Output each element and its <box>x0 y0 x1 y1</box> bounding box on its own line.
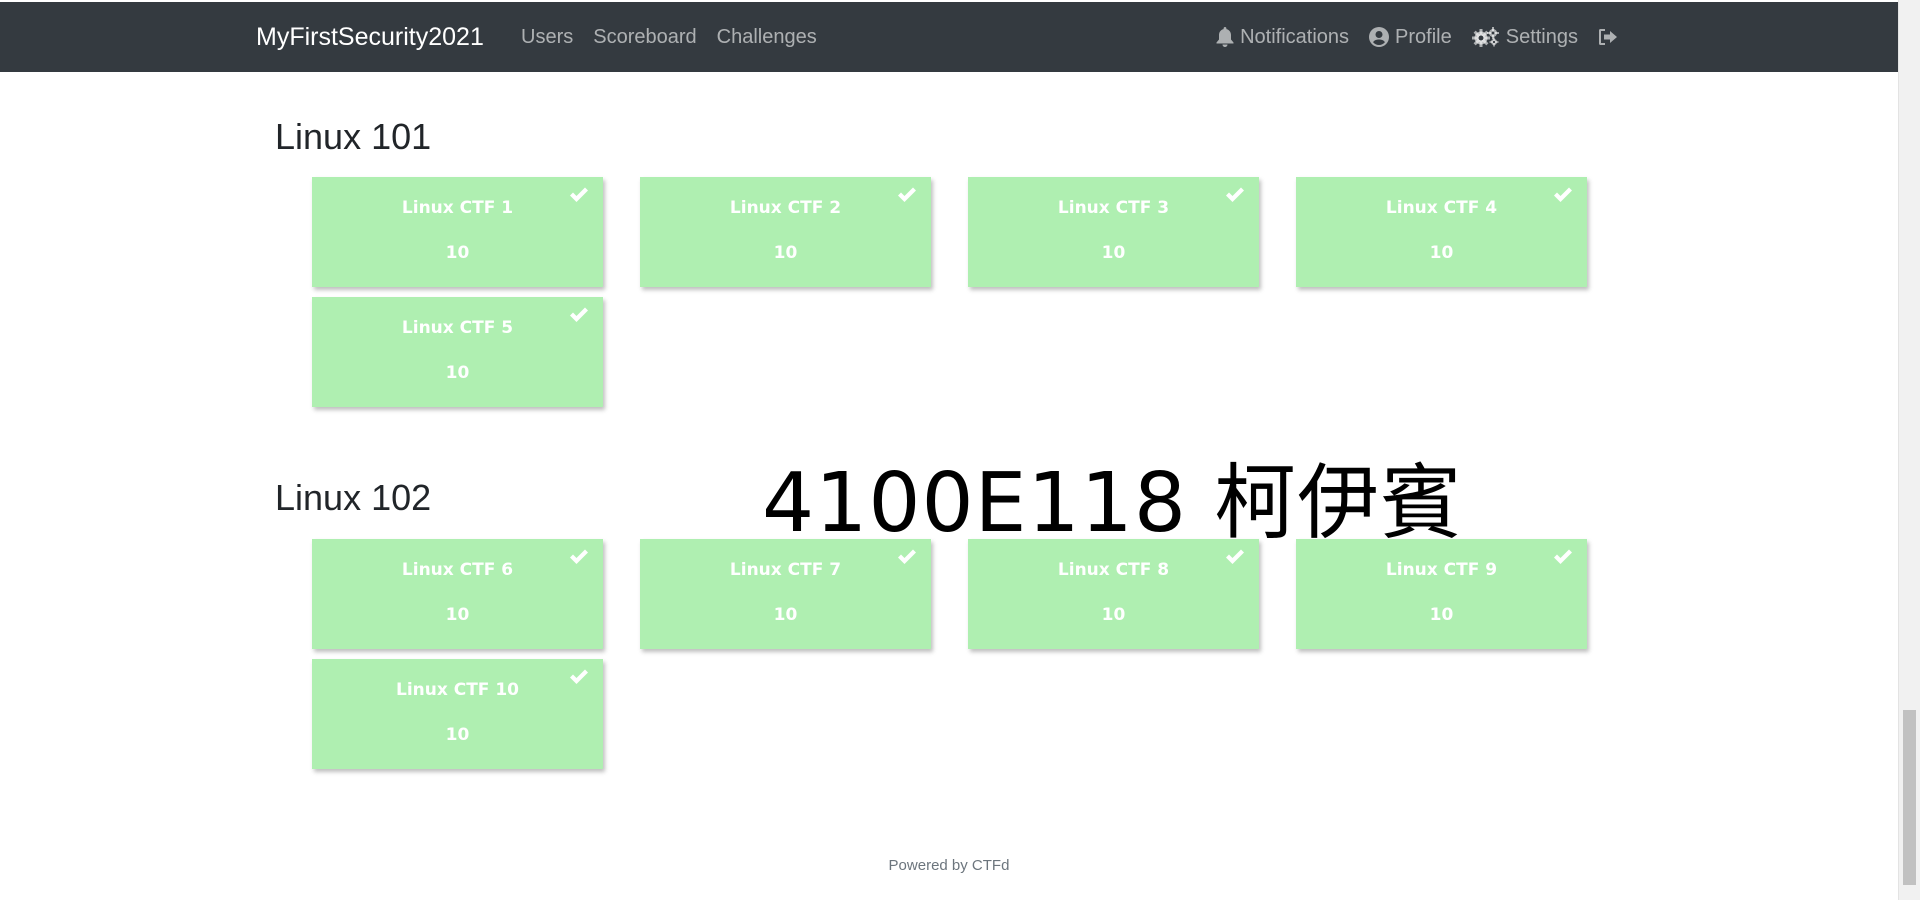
challenge-value: 10 <box>773 243 798 263</box>
challenge-card[interactable]: Linux CTF 9 10 <box>1296 539 1587 649</box>
nav-link-scoreboard[interactable]: Scoreboard <box>593 26 696 49</box>
settings-label: Settings <box>1505 25 1578 48</box>
challenge-card[interactable]: Linux CTF 3 10 <box>968 177 1259 287</box>
check-icon <box>570 669 588 684</box>
challenge-card[interactable]: Linux CTF 5 10 <box>312 297 603 407</box>
challenge-name: Linux CTF 5 <box>401 318 514 338</box>
challenge-name: Linux CTF 10 <box>395 680 519 700</box>
challenge-value: 10 <box>445 363 470 383</box>
bell-icon <box>1216 27 1234 47</box>
scrollbar-thumb[interactable] <box>1903 710 1916 885</box>
challenge-name: Linux CTF 2 <box>729 198 842 218</box>
nav-link-profile[interactable]: Profile <box>1369 26 1452 49</box>
challenge-name: Linux CTF 4 <box>1385 198 1498 218</box>
challenge-card[interactable]: Linux CTF 1 10 <box>312 177 603 287</box>
challenge-name: Linux CTF 7 <box>729 560 842 580</box>
challenge-card[interactable]: Linux CTF 10 10 <box>312 659 603 769</box>
challenge-value: 10 <box>1101 243 1126 263</box>
overlay-student-id-text: 4100E118 柯伊賓 <box>762 456 1464 551</box>
nav-link-settings[interactable]: Settings <box>1471 25 1578 49</box>
check-icon <box>1226 187 1244 202</box>
challenge-value: 10 <box>445 725 470 745</box>
check-icon <box>1554 549 1572 564</box>
footer-powered-by[interactable]: Powered by CTFd <box>0 857 1898 874</box>
check-icon <box>570 307 588 322</box>
challenge-card[interactable]: Linux CTF 4 10 <box>1296 177 1587 287</box>
challenge-name: Linux CTF 6 <box>401 560 514 580</box>
challenge-value: 10 <box>773 605 798 625</box>
challenge-card[interactable]: Linux CTF 8 10 <box>968 539 1259 649</box>
challenge-card[interactable]: Linux CTF 6 10 <box>312 539 603 649</box>
notifications-label: Notifications <box>1240 25 1350 48</box>
nav-link-challenges[interactable]: Challenges <box>717 26 817 49</box>
page: MyFirstSecurity2021 Users Scoreboard Cha… <box>0 0 1920 900</box>
gears-icon <box>1471 27 1499 47</box>
challenge-name: Linux CTF 8 <box>1057 560 1170 580</box>
challenge-name: Linux CTF 3 <box>1057 198 1170 218</box>
brand-link[interactable]: MyFirstSecurity2021 <box>256 2 484 72</box>
vertical-scrollbar[interactable] <box>1898 0 1920 900</box>
challenge-card[interactable]: Linux CTF 7 10 <box>640 539 931 649</box>
challenge-card[interactable]: Linux CTF 2 10 <box>640 177 931 287</box>
user-circle-icon <box>1369 27 1390 47</box>
check-icon <box>1554 187 1572 202</box>
check-icon <box>898 187 916 202</box>
profile-label: Profile <box>1395 25 1452 48</box>
challenge-name: Linux CTF 9 <box>1385 560 1498 580</box>
nav-link-notifications[interactable]: Notifications <box>1216 26 1349 49</box>
nav-left: Users Scoreboard Challenges <box>511 2 827 72</box>
challenge-value: 10 <box>1429 243 1454 263</box>
challenge-value: 10 <box>1101 605 1126 625</box>
sign-out-icon <box>1599 29 1617 45</box>
challenge-value: 10 <box>445 605 470 625</box>
challenge-name: Linux CTF 1 <box>401 198 514 218</box>
challenge-value: 10 <box>1429 605 1454 625</box>
navbar: MyFirstSecurity2021 Users Scoreboard Cha… <box>0 2 1898 72</box>
check-icon <box>570 187 588 202</box>
nav-link-logout[interactable] <box>1598 28 1618 46</box>
check-icon <box>570 549 588 564</box>
nav-right: Notifications Profile Settings <box>1206 2 1628 72</box>
challenge-value: 10 <box>445 243 470 263</box>
category-title: Linux 102 <box>275 477 432 518</box>
nav-link-users[interactable]: Users <box>521 26 573 49</box>
category-title: Linux 101 <box>275 116 432 157</box>
